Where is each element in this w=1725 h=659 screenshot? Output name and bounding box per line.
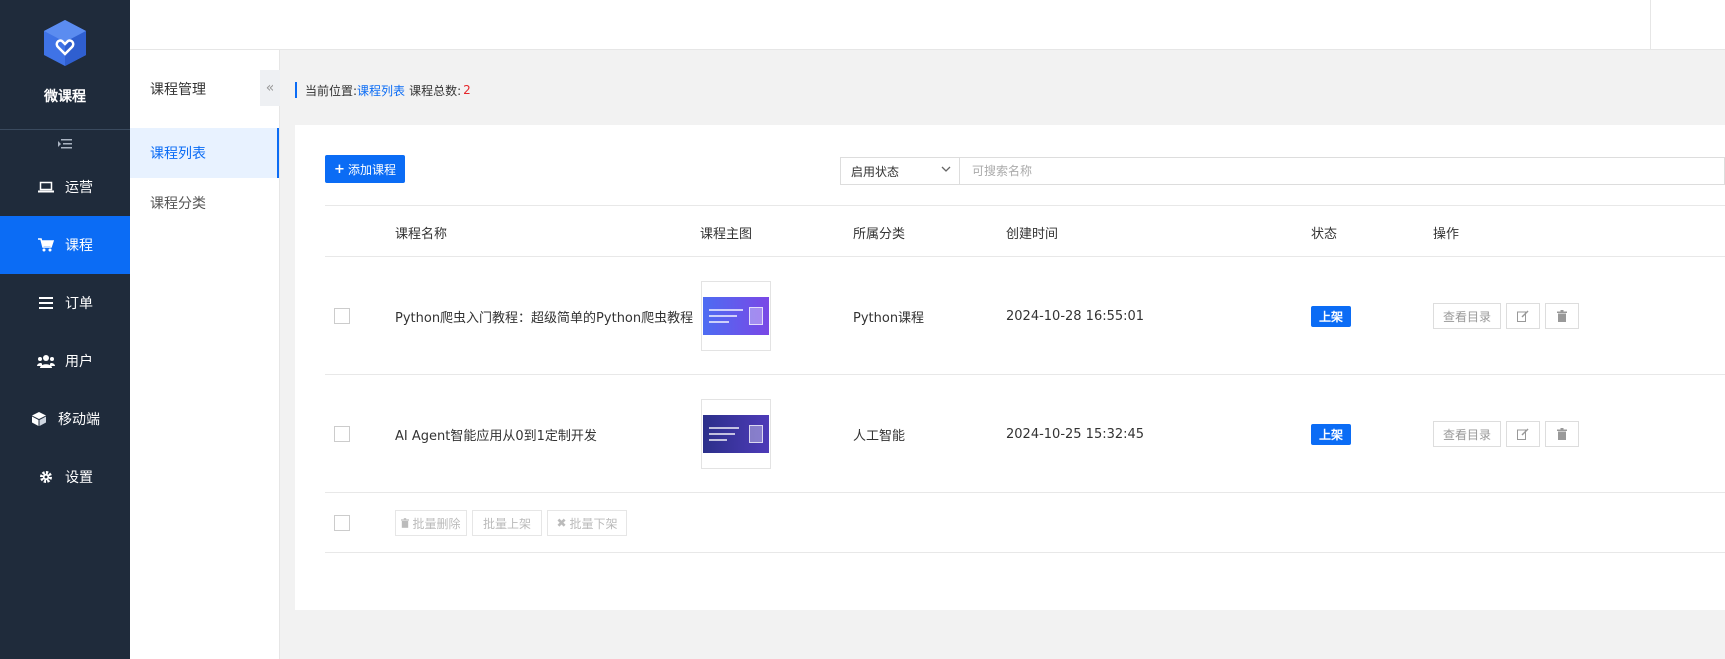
column-header-image: 课程主图 — [700, 226, 753, 242]
sidebar-item-courses[interactable]: 课程 — [0, 216, 130, 274]
subnav-title: 课程管理 — [150, 82, 206, 98]
breadcrumb-prefix: 当前位置: — [305, 83, 358, 98]
row-checkbox[interactable] — [334, 426, 350, 442]
course-created-time: 2024-10-28 16:55:01 — [1006, 308, 1145, 324]
collapse-icon[interactable]: « — [260, 70, 280, 106]
topbar-divider — [1650, 0, 1651, 50]
search-input[interactable] — [960, 157, 1725, 185]
column-header-created: 创建时间 — [1006, 226, 1059, 242]
bulk-delete-button[interactable]: 批量删除 — [395, 510, 467, 536]
sub-sidebar: 课程管理 « 课程列表 课程分类 — [130, 50, 280, 659]
add-course-button[interactable]: + 添加课程 — [325, 155, 405, 183]
course-category: Python课程 — [853, 310, 925, 326]
status-select[interactable]: 启用状态 — [840, 157, 960, 185]
edit-icon[interactable] — [1506, 421, 1540, 447]
sidebar-item-users[interactable]: 用户 — [0, 332, 130, 390]
logo-area: 微课程 — [0, 0, 130, 130]
sidebar-item-label: 用户 — [65, 354, 93, 370]
select-all-checkbox[interactable] — [334, 515, 350, 531]
subnav-item-course-category[interactable]: 课程分类 — [130, 178, 279, 228]
cube-icon — [30, 412, 48, 426]
trash-icon[interactable] — [1545, 303, 1579, 329]
course-name: Python爬虫入门教程：超级简单的Python爬虫教程 — [395, 310, 694, 326]
sidebar-item-label: 订单 — [65, 296, 93, 312]
trash-icon[interactable] — [1545, 421, 1579, 447]
row-checkbox[interactable] — [334, 308, 350, 324]
edit-icon[interactable] — [1506, 303, 1540, 329]
menu-toggle-icon[interactable] — [0, 130, 130, 158]
course-total-count: 2 — [463, 83, 471, 97]
bulk-unpublish-button[interactable]: ✖ 批量下架 — [547, 510, 627, 536]
sidebar-item-orders[interactable]: 订单 — [0, 274, 130, 332]
cart-icon — [37, 238, 55, 252]
status-badge: 上架 — [1311, 305, 1352, 327]
laptop-icon — [37, 181, 55, 193]
sidebar-item-label: 运营 — [65, 180, 93, 196]
view-catalog-button[interactable]: 查看目录 — [1433, 421, 1501, 447]
sidebar-item-operations[interactable]: 运营 — [0, 158, 130, 216]
sidebar-item-label: 设置 — [65, 470, 93, 486]
status-badge: 上架 — [1311, 423, 1352, 445]
sidebar-item-label: 移动端 — [58, 412, 100, 428]
course-table: 课程名称 课程主图 所属分类 创建时间 状态 操作 Python爬虫入门教程：超… — [325, 205, 1725, 553]
bulk-delete-label: 批量删除 — [412, 516, 461, 531]
column-header-name: 课程名称 — [395, 226, 448, 242]
course-thumbnail — [701, 399, 771, 469]
table-header: 课程名称 课程主图 所属分类 创建时间 状态 操作 — [325, 205, 1725, 257]
breadcrumb-current-link[interactable]: 课程列表 — [357, 82, 405, 99]
course-thumbnail — [701, 281, 771, 351]
users-icon — [37, 354, 55, 368]
breadcrumb: 当前位置: 课程列表 课程总数: 2 — [295, 82, 471, 98]
app-name: 微课程 — [44, 89, 86, 105]
column-header-status: 状态 — [1311, 226, 1338, 242]
plus-icon: + — [334, 161, 345, 177]
add-course-label: 添加课程 — [347, 162, 396, 177]
close-icon: ✖ — [556, 516, 567, 530]
bulk-unpublish-label: 批量下架 — [569, 516, 618, 531]
sidebar-item-mobile[interactable]: 移动端 — [0, 390, 130, 448]
main-sidebar: 微课程 运营 课程 订单 用户 移动端 设置 — [0, 0, 130, 659]
bulk-actions-row: 批量删除 批量上架 ✖ 批量下架 — [325, 493, 1725, 553]
bulk-publish-button[interactable]: 批量上架 — [472, 510, 542, 536]
table-row: AI Agent智能应用从0到1定制开发 人工智能 2024-10-25 15:… — [325, 375, 1725, 493]
view-catalog-button[interactable]: 查看目录 — [1433, 303, 1501, 329]
course-name: AI Agent智能应用从0到1定制开发 — [395, 428, 597, 444]
column-header-actions: 操作 — [1433, 226, 1460, 242]
subnav-item-course-list[interactable]: 课程列表 — [130, 128, 279, 178]
list-icon — [37, 297, 55, 309]
top-bar — [130, 0, 1725, 50]
breadcrumb-total-label: 课程总数: — [409, 83, 462, 98]
sidebar-item-label: 课程 — [65, 238, 93, 254]
app-logo-icon — [44, 20, 86, 66]
column-header-category: 所属分类 — [853, 226, 906, 242]
trash-icon — [401, 518, 410, 528]
status-select-value: 启用状态 — [851, 164, 900, 179]
sidebar-item-settings[interactable]: 设置 — [0, 448, 130, 506]
gear-icon — [37, 470, 55, 484]
course-category: 人工智能 — [853, 428, 906, 444]
table-row: Python爬虫入门教程：超级简单的Python爬虫教程 Python课程 20… — [325, 257, 1725, 375]
main-panel: + 添加课程 启用状态 课程名称 课程主图 所属分类 创建时间 状态 操作 Py… — [295, 125, 1725, 610]
course-created-time: 2024-10-25 15:32:45 — [1006, 426, 1145, 442]
chevron-down-icon — [941, 164, 951, 177]
